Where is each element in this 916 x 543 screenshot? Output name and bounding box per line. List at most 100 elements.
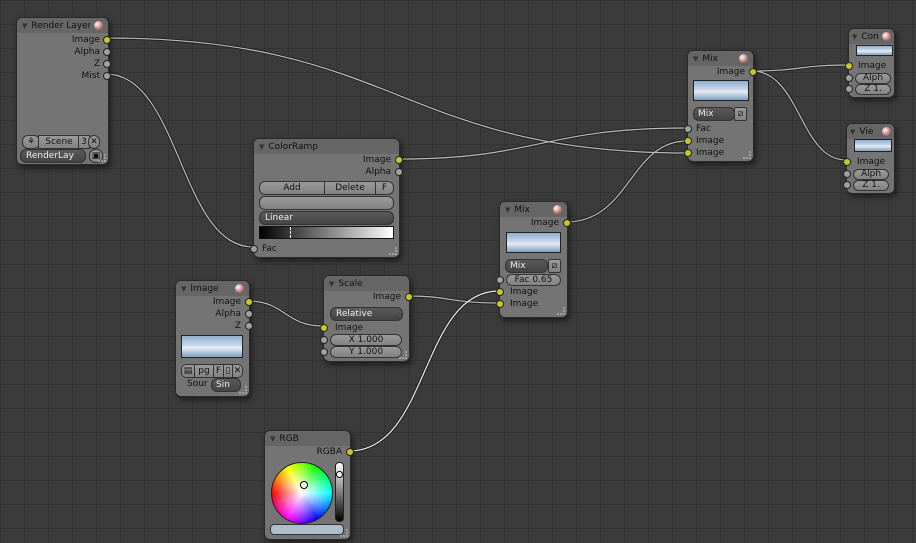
value-slider[interactable] <box>335 462 344 522</box>
render-layers-node[interactable]: ▼ Render Layers Image Alpha Z Mist ⚘ Scen… <box>16 17 111 165</box>
node-header[interactable]: ▼ Vie <box>847 124 894 139</box>
resize-handle[interactable] <box>389 247 397 255</box>
collapse-icon[interactable]: ▼ <box>22 22 27 30</box>
input-socket-alpha[interactable] <box>845 74 853 82</box>
preview-toggle-icon[interactable] <box>882 127 891 136</box>
output-socket-image[interactable] <box>395 156 403 164</box>
input-socket-image[interactable] <box>843 158 851 166</box>
input-socket-image[interactable] <box>684 149 692 157</box>
output-socket-image[interactable] <box>405 293 413 301</box>
resize-handle[interactable] <box>98 154 106 162</box>
preview-toggle-icon[interactable] <box>553 205 562 214</box>
input-socket-fac[interactable] <box>684 125 692 133</box>
color-ramp-bar[interactable] <box>259 226 394 239</box>
output-socket-mist[interactable] <box>103 72 111 80</box>
preview-toggle-icon[interactable] <box>94 21 103 30</box>
output-socket-alpha[interactable] <box>245 310 253 318</box>
x-scale-field[interactable]: X 1.000 <box>330 334 402 346</box>
node-header[interactable]: ▼ RGB <box>265 431 350 446</box>
color-wheel[interactable] <box>271 462 333 524</box>
alpha-toggle-icon[interactable]: ⧄ <box>734 107 747 121</box>
collapse-icon[interactable]: ▼ <box>505 206 510 214</box>
render-layer-select[interactable]: RenderLay <box>20 149 86 163</box>
output-socket-z[interactable] <box>103 60 111 68</box>
input-socket-alpha[interactable] <box>843 170 851 178</box>
output-socket-z[interactable] <box>245 322 253 330</box>
resize-handle[interactable] <box>743 151 751 159</box>
input-socket-fac[interactable] <box>496 276 504 284</box>
viewer-node[interactable]: ▼ Vie Image Alph Z 1. <box>843 123 895 194</box>
input-socket-z[interactable] <box>845 85 853 93</box>
fac-slider[interactable]: Fac 0.65 <box>506 274 561 286</box>
input-socket-image[interactable] <box>320 324 328 332</box>
output-socket-image[interactable] <box>245 298 253 306</box>
resize-handle[interactable] <box>340 529 348 537</box>
rgb-node[interactable]: ▼ RGB RGBA <box>264 430 354 540</box>
y-scale-field[interactable]: Y 1.000 <box>330 346 402 358</box>
unlink-icon[interactable]: ✕ <box>88 135 100 149</box>
collapse-icon[interactable]: ▼ <box>181 285 186 293</box>
collapse-icon[interactable]: ▼ <box>852 33 857 41</box>
delete-stop-button[interactable]: Delete <box>324 181 376 195</box>
blend-mode-select[interactable]: Mix <box>505 259 548 273</box>
image-browse-icon[interactable]: ▤ <box>181 364 195 378</box>
node-header[interactable]: ▼ Mix <box>500 202 567 217</box>
scale-node[interactable]: ▼ Scale Image Relative Image X 1.000 Y 1.… <box>320 275 413 362</box>
node-header[interactable]: ▼ Com <box>849 29 894 44</box>
collapse-icon[interactable]: ▼ <box>270 435 275 443</box>
node-header[interactable]: ▼ Render Layers <box>17 18 108 33</box>
node-header[interactable]: ▼ Mix <box>688 51 753 66</box>
unlink-icon[interactable]: ✕ <box>232 364 243 378</box>
resize-handle[interactable] <box>557 307 565 315</box>
input-socket-image[interactable] <box>845 62 853 70</box>
ramp-stop[interactable] <box>290 227 291 238</box>
collapse-icon[interactable]: ▼ <box>329 280 334 288</box>
input-socket-image[interactable] <box>496 300 504 308</box>
value-slider-handle[interactable] <box>336 471 343 478</box>
preview-toggle-icon[interactable] <box>882 32 891 41</box>
output-socket-rgba[interactable] <box>346 448 354 456</box>
collapse-icon[interactable]: ▼ <box>259 143 264 151</box>
interpolation-select[interactable]: Linear <box>259 211 394 225</box>
node-header[interactable]: ▼ Image <box>176 281 249 296</box>
color-field[interactable] <box>259 196 394 210</box>
space-select[interactable]: Relative <box>330 307 403 321</box>
alpha-field[interactable]: Alph <box>855 73 891 84</box>
color-swatch[interactable] <box>270 524 344 535</box>
flip-button[interactable]: F <box>375 181 394 195</box>
color-picker-cursor[interactable] <box>300 481 308 489</box>
z-field[interactable]: Z 1. <box>855 84 891 95</box>
add-stop-button[interactable]: Add <box>259 181 325 195</box>
alpha-field[interactable]: Alph <box>853 169 889 180</box>
input-socket-z[interactable] <box>843 181 851 189</box>
alpha-toggle-icon[interactable]: ⧄ <box>548 259 561 273</box>
input-socket-image[interactable] <box>684 137 692 145</box>
blend-mode-select[interactable]: Mix <box>693 107 735 121</box>
scene-field[interactable]: Scene <box>38 135 80 149</box>
output-socket-alpha[interactable] <box>103 48 111 56</box>
mix-node-middle[interactable]: ▼ Mix Image Mix ⧄ Fac 0.65 Image Image <box>496 201 571 318</box>
node-header[interactable]: ▼ ColorRamp <box>254 139 399 154</box>
input-socket-image[interactable] <box>496 288 504 296</box>
output-socket-image[interactable] <box>749 68 757 76</box>
image-node[interactable]: ▼ Image Image Alpha Z ▤ pg F ▯ ✕ Sour Sin <box>175 280 253 397</box>
input-socket-fac[interactable] <box>250 245 258 253</box>
input-socket-x[interactable] <box>320 336 328 344</box>
output-socket-alpha[interactable] <box>395 168 403 176</box>
composite-node[interactable]: ▼ Com Image Alph Z 1. <box>845 28 895 98</box>
resize-handle[interactable] <box>399 351 407 359</box>
z-field[interactable]: Z 1. <box>853 180 889 191</box>
output-socket-image[interactable] <box>563 219 571 227</box>
preview-toggle-icon[interactable] <box>235 284 244 293</box>
mix-node-top[interactable]: ▼ Mix Image Mix ⧄ Fac Image Image <box>684 50 757 162</box>
output-socket-image[interactable] <box>103 36 111 44</box>
image-name-field[interactable]: pg <box>194 364 214 378</box>
node-header[interactable]: ▼ Scale <box>324 276 409 291</box>
colorramp-node[interactable]: ▼ ColorRamp Image Alpha Add Delete F Line… <box>250 138 403 258</box>
source-select[interactable]: Sin <box>211 378 241 392</box>
resize-handle[interactable] <box>239 386 247 394</box>
input-socket-y[interactable] <box>320 348 328 356</box>
collapse-icon[interactable]: ▼ <box>850 128 855 136</box>
preview-toggle-icon[interactable] <box>739 54 748 63</box>
collapse-icon[interactable]: ▼ <box>693 55 698 63</box>
